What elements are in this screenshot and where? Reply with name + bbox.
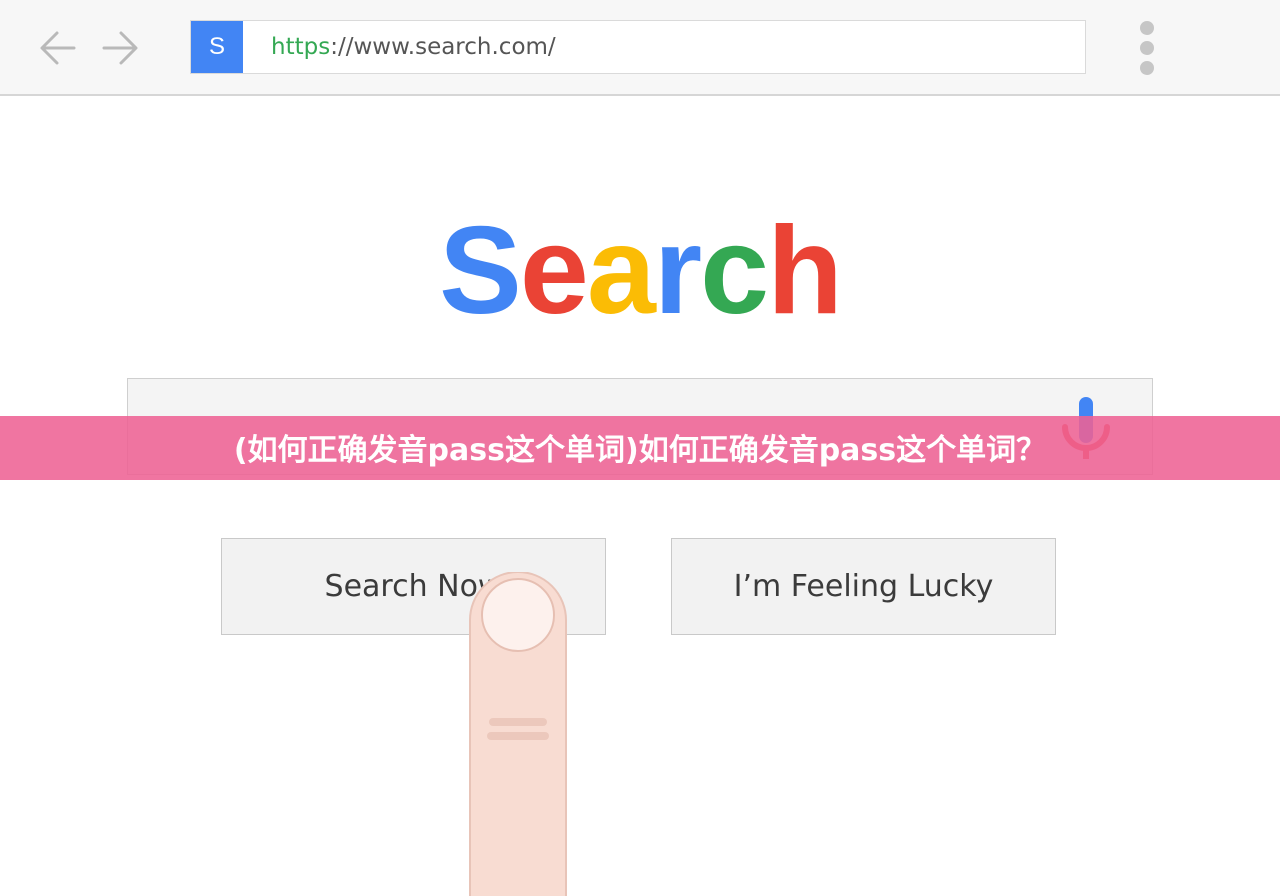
logo-letter: c: [700, 202, 769, 340]
logo-letter: r: [653, 202, 702, 340]
arrow-right-icon: [102, 31, 138, 65]
browser-window: S https://www.search.com/ Search Search …: [0, 0, 1280, 896]
search-logo: Search: [418, 206, 862, 336]
logo-letter: a: [586, 202, 656, 340]
browser-menu-button[interactable]: [1130, 18, 1164, 80]
arrow-left-icon: [40, 31, 76, 65]
forward-button[interactable]: [98, 26, 142, 70]
site-favicon: S: [191, 21, 243, 73]
logo-letter: e: [519, 202, 589, 340]
browser-toolbar: S https://www.search.com/: [0, 0, 1280, 96]
logo-letter: h: [767, 202, 843, 340]
url-path: ://www.search.com/: [330, 34, 556, 60]
feeling-lucky-button[interactable]: I’m Feeling Lucky: [671, 538, 1056, 635]
search-now-button[interactable]: Search Now: [221, 538, 606, 635]
favicon-letter: S: [208, 33, 225, 60]
caption-text: (如何正确发音pass这个单词)如何正确发音pass这个单词？: [233, 433, 1047, 468]
caption-banner: (如何正确发音pass这个单词)如何正确发音pass这个单词？: [0, 416, 1280, 480]
address-bar[interactable]: S https://www.search.com/: [190, 20, 1086, 74]
url-text[interactable]: https://www.search.com/: [271, 21, 556, 73]
back-button[interactable]: [36, 26, 80, 70]
logo-letter: S: [439, 202, 522, 340]
url-scheme: https: [271, 34, 331, 60]
